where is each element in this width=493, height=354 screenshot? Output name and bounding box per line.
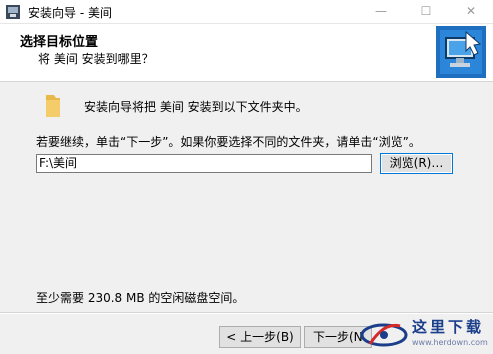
watermark-text: 这里下载 (412, 318, 485, 336)
maximize-button[interactable]: ☐ (410, 0, 442, 23)
watermark-url: www.herdown.com (412, 338, 488, 347)
browse-button[interactable]: 浏览(R)… (380, 153, 453, 174)
page-subtitle: 将 美间 安装到哪里？ (38, 52, 154, 66)
minimize-button[interactable]: — (365, 0, 397, 23)
window-title: 安装向导 - 美间 (28, 6, 112, 20)
title-bar: 安装向导 - 美间 — ☐ ✕ (0, 0, 493, 24)
wizard-header: 选择目标位置 将 美间 安装到哪里？ (0, 24, 493, 82)
watermark: 这里下载 www.herdown.com (360, 314, 493, 354)
instruction-text: 若要继续，单击“下一步”。如果你要选择不同的文件夹，请单击“浏览”。 (36, 135, 421, 149)
installer-icon (6, 5, 20, 19)
watermark-logo (360, 323, 408, 347)
intro-text: 安装向导将把 美间 安装到以下文件夹中。 (84, 100, 308, 114)
disk-space-text: 至少需要 230.8 MB 的空闲磁盘空间。 (36, 291, 245, 305)
folder-icon (46, 95, 60, 117)
install-path-input[interactable] (36, 154, 372, 173)
close-button[interactable]: ✕ (455, 0, 487, 23)
computer-wizard-icon (436, 26, 486, 78)
page-title: 选择目标位置 (20, 35, 99, 50)
back-button[interactable]: < 上一步(B) (219, 326, 301, 348)
